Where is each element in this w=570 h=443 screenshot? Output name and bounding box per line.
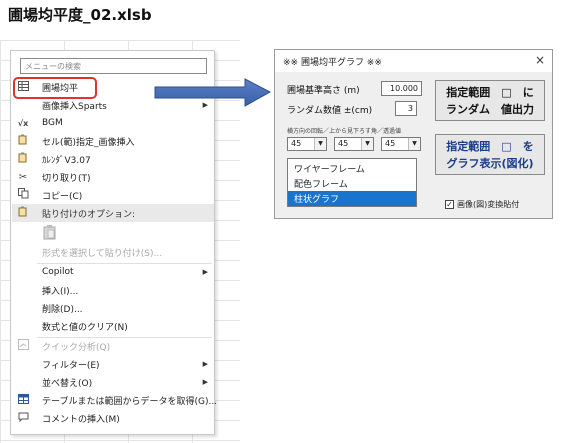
paste-clipboard-icon[interactable] bbox=[42, 224, 58, 240]
menu-item-get-data-from-table[interactable]: テーブルまたは範囲からデータを取得(G)... bbox=[12, 391, 217, 409]
chevron-down-icon: ▼ bbox=[408, 138, 420, 150]
highlight-callout bbox=[13, 77, 97, 99]
menu-item-calendar[interactable]: ｶﾚﾝﾀﾞV3.07 bbox=[12, 150, 214, 168]
menu-item-bgm[interactable]: √x BGM bbox=[12, 114, 214, 132]
list-item-selected[interactable]: 柱状グラフ bbox=[288, 191, 416, 206]
menu-item-filter[interactable]: フィルター(E) ▶ bbox=[12, 355, 214, 373]
close-icon[interactable]: × bbox=[535, 53, 545, 67]
graph-dialog: ※※ 圃場均平グラフ ※※ × 圃場基準高さ (m) 10.000 ランダム数値… bbox=[274, 49, 553, 219]
menu-search-input[interactable]: メニューの検索 bbox=[20, 58, 207, 74]
angle-note: 横方向の回転／上から見下ろす角／透過値 bbox=[287, 128, 402, 135]
random-input[interactable]: 3 bbox=[395, 101, 417, 116]
menu-item-clear-contents[interactable]: 数式と値のクリア(N) bbox=[12, 317, 214, 335]
menu-item-cell-image-insert[interactable]: セル(範)指定_画像挿入 bbox=[12, 132, 214, 150]
submenu-arrow-icon: ▶ bbox=[202, 360, 208, 368]
menu-item-quick-analysis[interactable]: クイック分析(Q) bbox=[12, 337, 214, 355]
chevron-down-icon: ▼ bbox=[314, 138, 326, 150]
graph-display-button[interactable]: 指定範囲 □ を グラフ表示(図化) bbox=[435, 134, 545, 175]
menu-item-delete[interactable]: 削除(D)... bbox=[12, 299, 214, 317]
vba-icon: √x bbox=[17, 118, 29, 128]
elevation-combo[interactable]: 45 ▼ bbox=[334, 137, 374, 151]
menu-item-sort[interactable]: 並べ替え(O) ▶ bbox=[12, 373, 214, 391]
submenu-arrow-icon: ▶ bbox=[202, 268, 208, 276]
menu-item-insert[interactable]: 挿入(I)... bbox=[12, 281, 214, 299]
menu-item-cut[interactable]: ✂ 切り取り(T) bbox=[12, 168, 214, 186]
comment-icon bbox=[12, 412, 34, 425]
list-item[interactable]: 配色フレーム bbox=[288, 176, 416, 191]
transparency-combo[interactable]: 45 ▼ bbox=[381, 137, 421, 151]
list-item[interactable]: ワイヤーフレーム bbox=[288, 161, 416, 176]
random-label: ランダム数値 ±(cm) bbox=[287, 106, 373, 116]
dialog-titlebar: ※※ 圃場均平グラフ ※※ × bbox=[275, 50, 552, 72]
scissors-icon: ✂ bbox=[18, 171, 28, 183]
calendar-icon bbox=[12, 152, 34, 166]
menu-item-copy[interactable]: コピー(C) bbox=[12, 186, 214, 204]
menu-item-copilot[interactable]: Copilot ▶ bbox=[12, 263, 214, 281]
graph-type-list[interactable]: ワイヤーフレーム 配色フレーム 柱状グラフ bbox=[287, 158, 417, 207]
rotation-combo[interactable]: 45 ▼ bbox=[287, 137, 327, 151]
paste-icon bbox=[12, 206, 34, 220]
chevron-down-icon: ▼ bbox=[361, 138, 373, 150]
page-title: 圃場均平度_02.xlsb bbox=[8, 6, 152, 24]
copy-icon bbox=[12, 188, 34, 202]
checkbox-check-icon: ✓ bbox=[445, 200, 454, 209]
height-label: 圃場基準高さ (m) bbox=[287, 86, 360, 96]
arrow-right-icon bbox=[154, 78, 272, 107]
submenu-arrow-icon: ▶ bbox=[202, 378, 208, 386]
menu-item-insert-comment[interactable]: コメントの挿入(M) bbox=[12, 409, 214, 427]
cell-copy-icon bbox=[12, 134, 34, 148]
menu-item-paste-special[interactable]: 形式を選択して貼り付け(S)... bbox=[12, 243, 214, 261]
quick-analysis-icon bbox=[12, 339, 34, 353]
dialog-title: ※※ 圃場均平グラフ ※※ bbox=[283, 58, 382, 68]
table-icon bbox=[12, 393, 34, 407]
image-paste-checkbox[interactable]: ✓ 画像(図)変換貼付 bbox=[445, 199, 519, 210]
random-output-button[interactable]: 指定範囲 □ に ランダム 値出力 bbox=[435, 80, 545, 121]
height-input[interactable]: 10.000 bbox=[381, 81, 422, 96]
paste-options-header: 貼り付けのオプション: bbox=[12, 204, 214, 222]
